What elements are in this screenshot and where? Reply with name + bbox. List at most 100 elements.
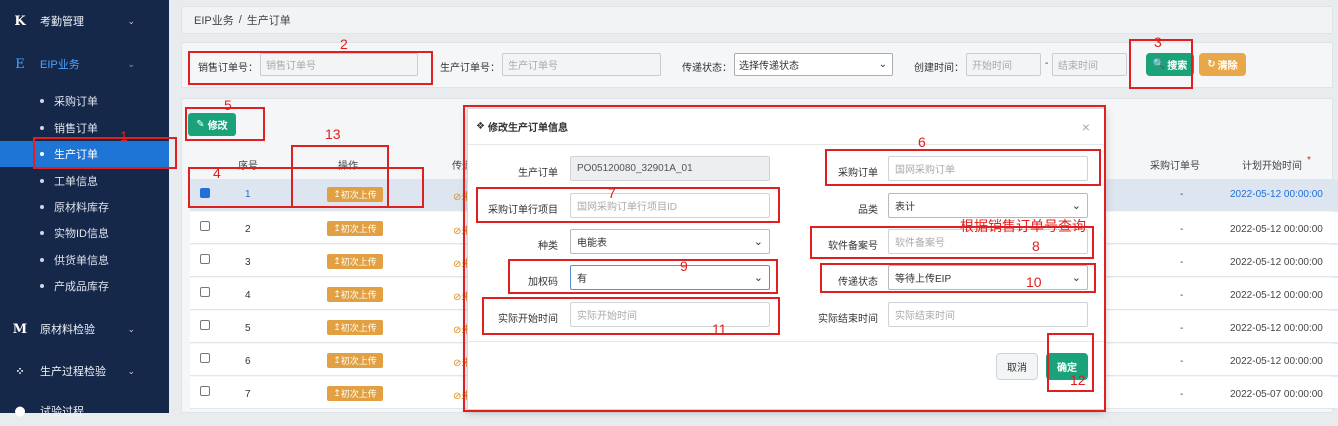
- initial-upload-button[interactable]: ↥ 初次上传: [327, 187, 383, 202]
- annotation-9: 9: [680, 258, 688, 274]
- bullet-icon: [40, 99, 44, 103]
- row-checkbox[interactable]: [200, 188, 210, 198]
- tag-icon: ❖: [476, 121, 485, 132]
- row-date: 2022-05-12 00:00:00: [1230, 257, 1323, 268]
- initial-upload-button[interactable]: ↥ 初次上传: [327, 320, 383, 335]
- row-date: 2022-05-12 00:00:00: [1230, 224, 1323, 235]
- created-time-label: 创建时间：: [914, 63, 964, 74]
- initial-upload-button[interactable]: ↥ 初次上传: [327, 386, 383, 401]
- purchase-item-field[interactable]: 国网采购订单行项目ID: [570, 193, 770, 218]
- annotation-4: 4: [213, 165, 221, 181]
- eip-icon: E: [15, 56, 25, 72]
- initial-upload-button[interactable]: ↥ 初次上传: [327, 221, 383, 236]
- actual-end-label: 实际结束时间: [818, 314, 878, 325]
- actual-end-field[interactable]: 实际结束时间: [888, 302, 1088, 327]
- row-checkbox[interactable]: [200, 353, 210, 363]
- sidebar-item-production-order[interactable]: 生产订单: [0, 141, 169, 167]
- breadcrumb-parent[interactable]: EIP业务: [194, 12, 234, 28]
- category-select[interactable]: 表计 ⌄: [888, 193, 1088, 218]
- sidebar-item-supply-order[interactable]: 供货单信息: [0, 247, 169, 273]
- sidebar-item-label: 工单信息: [54, 176, 98, 188]
- sidebar-item-work-order[interactable]: 工单信息: [0, 168, 169, 194]
- bullet-icon: [40, 284, 44, 288]
- bullet-icon: [40, 179, 44, 183]
- edit-icon: ✎: [196, 119, 205, 130]
- upload-label: 初次上传: [340, 190, 377, 200]
- search-button[interactable]: 🔍 搜索: [1146, 53, 1194, 76]
- upload-label: 初次上传: [340, 356, 377, 366]
- clear-button[interactable]: ↻ 清除: [1199, 53, 1246, 76]
- annotation-7: 7: [608, 185, 616, 201]
- annotation-3: 3: [1154, 34, 1162, 50]
- transfer-status-select[interactable]: 选择传递状态 ⌄: [734, 53, 893, 76]
- row-checkbox[interactable]: [200, 386, 210, 396]
- upload-label: 初次上传: [340, 323, 377, 333]
- end-time-input[interactable]: 结束时间: [1052, 53, 1127, 76]
- actual-start-field[interactable]: 实际开始时间: [570, 302, 770, 327]
- menu-test-label: 试验过程: [40, 406, 84, 418]
- row-checkbox[interactable]: [200, 221, 210, 231]
- start-time-input[interactable]: 开始时间: [966, 53, 1041, 76]
- row-purchase: -: [1180, 189, 1184, 200]
- encrypt-label: 加权码: [528, 277, 558, 288]
- row-checkbox[interactable]: [200, 287, 210, 297]
- chevron-up-icon: ⌄: [127, 58, 135, 69]
- encrypt-select[interactable]: 有 ⌄: [570, 265, 770, 290]
- sidebar-item-label: 原材料库存: [54, 202, 109, 214]
- sidebar-item-sales-order[interactable]: 销售订单: [0, 115, 169, 141]
- sidebar-item-product-stock[interactable]: 产成品库存: [0, 273, 169, 299]
- modal-transfer-select[interactable]: 等待上传EIP ⌄: [888, 265, 1088, 290]
- initial-upload-button[interactable]: ↥ 初次上传: [327, 287, 383, 302]
- modal-title-text: 修改生产订单信息: [487, 123, 568, 134]
- menu-attendance[interactable]: K 考勤管理 ⌄: [0, 6, 169, 36]
- sidebar-item-purchase-order[interactable]: 采购订单: [0, 88, 169, 114]
- menu-material-inspection[interactable]: M 原材料检验 ⌄: [0, 314, 169, 344]
- sidebar-item-physical-id[interactable]: 实物ID信息: [0, 220, 169, 246]
- col-seq: 序号: [238, 161, 258, 172]
- menu-attendance-label: 考勤管理: [40, 16, 84, 28]
- purchase-order-label: 采购订单: [838, 168, 878, 179]
- cancel-button[interactable]: 取消: [996, 353, 1038, 380]
- breadcrumb: EIP业务 / 生产订单: [181, 6, 1333, 34]
- prod-order-label: 生产订单: [518, 168, 558, 179]
- row-date: 2022-05-12 00:00:00: [1230, 323, 1323, 334]
- initial-upload-button[interactable]: ↥ 初次上传: [327, 353, 383, 368]
- menu-eip[interactable]: E EIP业务 ⌄: [0, 49, 169, 79]
- upload-label: 初次上传: [340, 257, 377, 267]
- row-purchase: -: [1180, 224, 1184, 235]
- prod-order-input[interactable]: 生产订单号: [502, 53, 661, 76]
- chevron-down-icon: ⌄: [753, 272, 763, 284]
- bullet-icon: [40, 205, 44, 209]
- modal-transfer-value: 等待上传EIP: [895, 274, 952, 285]
- type-select[interactable]: 电能表 ⌄: [570, 229, 770, 254]
- initial-upload-button[interactable]: ↥ 初次上传: [327, 254, 383, 269]
- menu-process-inspection[interactable]: ⁘ 生产过程检验 ⌄: [0, 356, 169, 386]
- row-checkbox[interactable]: [200, 320, 210, 330]
- close-icon[interactable]: ×: [1082, 119, 1090, 135]
- purchase-order-field[interactable]: 国网采购订单: [888, 156, 1088, 181]
- row-purchase: -: [1180, 389, 1184, 400]
- row-date: 2022-05-12 00:00:00: [1230, 189, 1323, 200]
- sales-order-input[interactable]: 销售订单号: [260, 53, 418, 76]
- row-seq: 5: [245, 323, 251, 334]
- row-seq: 6: [245, 356, 251, 367]
- row-purchase: -: [1180, 323, 1184, 334]
- chevron-down-icon: ⌄: [127, 365, 135, 376]
- upload-icon: ↥: [333, 322, 341, 332]
- edit-button[interactable]: ✎ 修改: [188, 113, 236, 136]
- sidebar-item-material-stock[interactable]: 原材料库存: [0, 194, 169, 220]
- chevron-down-icon: ⌄: [127, 323, 135, 334]
- upload-label: 初次上传: [340, 389, 377, 399]
- sidebar-item-label: 产成品库存: [54, 281, 109, 293]
- annotation-8: 8: [1032, 238, 1040, 254]
- menu-test-process[interactable]: ● 试验过程: [0, 396, 169, 426]
- sidebar-item-label: 实物ID信息: [54, 228, 109, 240]
- modal-divider: [468, 341, 1104, 342]
- prod-order-field[interactable]: PO05120080_32901A_01: [570, 156, 770, 181]
- chevron-down-icon: ⌄: [1071, 200, 1081, 212]
- annotation-6: 6: [918, 134, 926, 150]
- row-checkbox[interactable]: [200, 254, 210, 264]
- software-label: 软件备案号: [828, 241, 878, 252]
- edit-button-label: 修改: [207, 121, 228, 132]
- process-icon: ⁘: [15, 364, 25, 378]
